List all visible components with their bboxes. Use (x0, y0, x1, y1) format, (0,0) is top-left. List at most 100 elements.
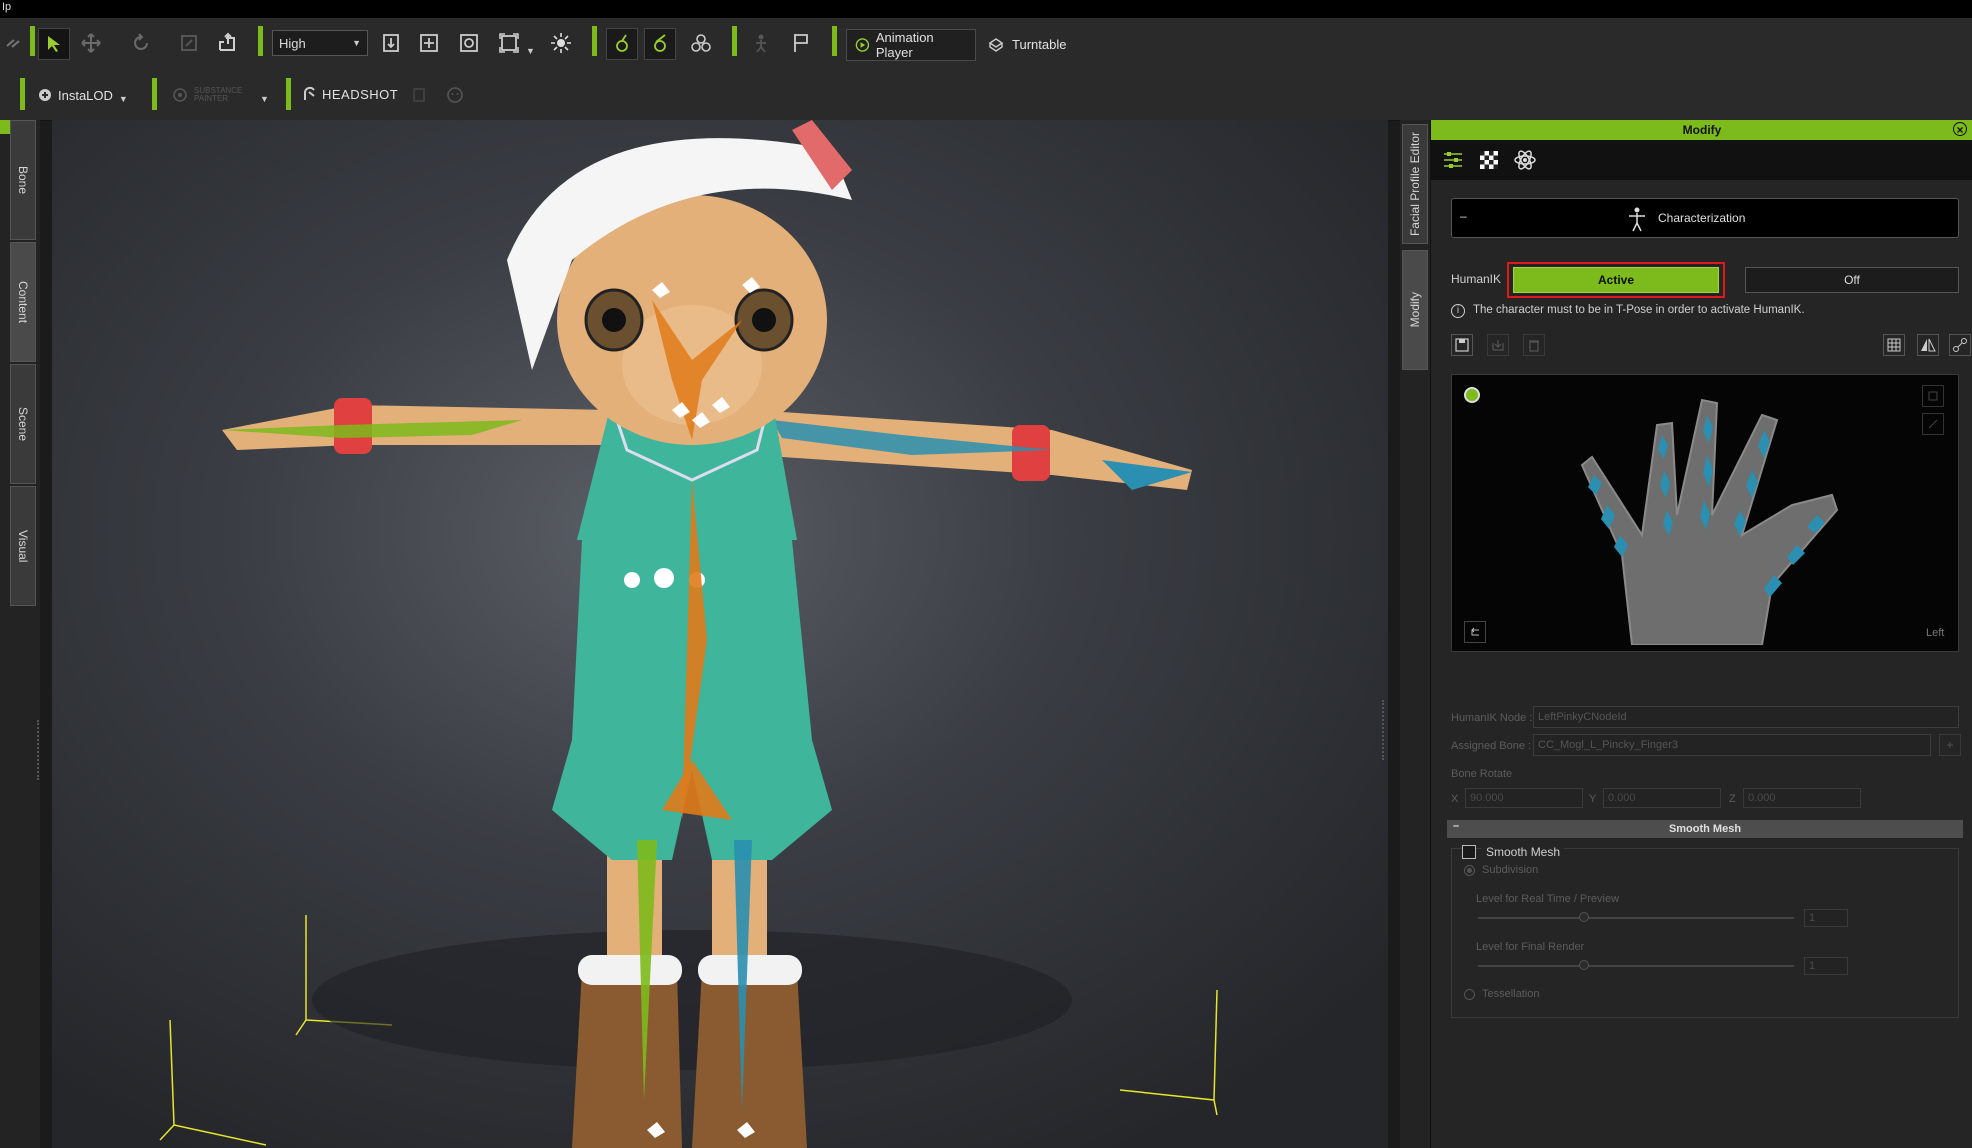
bone-link-icon[interactable] (1949, 334, 1971, 356)
chevron-down-icon: ▼ (118, 94, 128, 104)
info-icon: i (1451, 304, 1465, 318)
collapse-icon[interactable]: – (1453, 820, 1459, 832)
right-tab-strip: Facial Profile Editor Modify (1400, 120, 1430, 1148)
assigned-bone-field[interactable]: CC_Mogl_L_Pincky_Finger3 (1533, 734, 1931, 756)
assigned-bone-value: CC_Mogl_L_Pincky_Finger3 (1538, 739, 1679, 751)
frame-selected-icon[interactable] (454, 28, 484, 58)
save-icon[interactable] (1451, 334, 1473, 356)
grid-view-icon[interactable] (1883, 334, 1905, 356)
rotate-icon[interactable] (126, 28, 156, 58)
hand-side-label: Left (1926, 627, 1945, 639)
cluster-icon[interactable] (686, 28, 716, 58)
hand-bone-map[interactable]: Left (1451, 374, 1959, 652)
resize-handle[interactable] (37, 720, 43, 780)
tab-scene[interactable]: Scene (10, 364, 36, 484)
instalod-button[interactable]: InstaLOD ▼ (38, 86, 128, 104)
chevron-down-icon[interactable]: ▼ (526, 46, 535, 56)
motion-icon[interactable] (746, 28, 776, 58)
checker-texture-icon[interactable] (1475, 146, 1503, 174)
status-dot-icon (1464, 387, 1480, 403)
physics-atom-icon[interactable] (1511, 146, 1539, 174)
level-final-slider-thumb[interactable] (1579, 960, 1589, 970)
rotate-y-input[interactable]: 0.000 (1603, 788, 1721, 808)
3d-viewport[interactable] (52, 120, 1388, 1148)
modify-panel: Modify × – Characterization HumanIK Acti… (1430, 120, 1972, 1148)
move-icon[interactable] (76, 28, 106, 58)
rotate-x-input[interactable]: 90.000 (1465, 788, 1583, 808)
humanik-off-button[interactable]: Off (1745, 267, 1959, 293)
quality-select-value: High (279, 35, 306, 51)
drop-to-floor-icon[interactable] (376, 28, 406, 58)
reset-icon[interactable] (1464, 621, 1486, 643)
camera-frame-icon[interactable] (494, 28, 524, 58)
subdivision-radio[interactable] (1464, 865, 1475, 876)
tab-label: Modify (1408, 292, 1422, 328)
delete-icon[interactable] (1523, 334, 1545, 356)
humanik-node-label: HumanIK Node : (1451, 712, 1533, 724)
smooth-mesh-checkbox[interactable] (1462, 845, 1476, 859)
animation-player-button[interactable]: Animation Player (846, 29, 976, 61)
turntable-button[interactable]: Turntable (986, 36, 1066, 52)
characterization-section[interactable]: – Characterization (1451, 198, 1959, 238)
tab-label: Content (16, 280, 30, 324)
mirror-icon[interactable] (1917, 334, 1939, 356)
scale-icon[interactable] (174, 28, 204, 58)
place-icon[interactable] (212, 28, 242, 58)
level-realtime-input[interactable]: 1 (1804, 909, 1848, 927)
level-final-slider[interactable] (1478, 965, 1794, 967)
humanik-node-value: LeftPinkyCNodeId (1538, 711, 1627, 723)
flag-icon[interactable] (786, 28, 816, 58)
x-label: X (1451, 793, 1459, 805)
resize-handle[interactable] (1382, 700, 1388, 760)
link-icon[interactable] (0, 28, 30, 58)
collapse-icon[interactable]: – (1460, 209, 1467, 223)
add-icon[interactable]: + (1939, 734, 1961, 756)
humanik-node-field[interactable]: LeftPinkyCNodeId (1533, 706, 1959, 728)
headshot-settings-icon[interactable] (404, 80, 434, 110)
title-text: Ip (2, 1, 12, 13)
rotate-z-input[interactable]: 0.000 (1743, 788, 1861, 808)
title-bar: Ip (0, 0, 1972, 18)
tab-label: Scene (16, 406, 30, 442)
sliders-icon[interactable] (1439, 146, 1467, 174)
quality-select[interactable]: High ▼ (272, 30, 368, 56)
toolbar-separator (152, 78, 157, 110)
main-toolbar: High ▼ ▼ Animation Player Turntable (0, 18, 1972, 70)
zoom-fit-icon[interactable] (1922, 385, 1944, 407)
z-label: Z (1729, 793, 1736, 805)
tab-visual[interactable]: Visual (10, 486, 36, 606)
fit-view-icon[interactable] (414, 28, 444, 58)
substance-painter-button[interactable]: SUBSTANCE PAINTER ▼ (172, 86, 269, 104)
bone-edit-icon[interactable] (644, 28, 676, 60)
humanik-active-button[interactable]: Active (1513, 267, 1719, 293)
level-realtime-slider-thumb[interactable] (1579, 912, 1589, 922)
chevron-down-icon: ▼ (260, 94, 269, 104)
active-label: Active (1597, 273, 1635, 287)
level-realtime-slider[interactable] (1478, 917, 1794, 919)
light-icon[interactable] (546, 28, 576, 58)
panel-title: Modify (1682, 123, 1722, 137)
instalod-icon (39, 89, 51, 101)
tab-facial-profile-editor[interactable]: Facial Profile Editor (1402, 124, 1428, 244)
t-pose-figure-icon (1629, 207, 1645, 232)
headshot-button[interactable]: HEADSHOT (302, 86, 398, 102)
bone-pose-icon[interactable] (606, 28, 638, 60)
tab-bone[interactable]: Bone (10, 120, 36, 240)
level-final-input[interactable]: 1 (1804, 957, 1848, 975)
tab-content[interactable]: Content (10, 242, 36, 362)
turntable-icon (988, 38, 1004, 52)
toolbar-separator (592, 26, 597, 56)
load-icon[interactable] (1487, 334, 1509, 356)
toolbar-separator (832, 26, 837, 56)
play-circle-icon (855, 38, 870, 52)
smooth-mesh-section-header[interactable]: – Smooth Mesh (1447, 820, 1963, 838)
tessellation-radio[interactable] (1464, 989, 1475, 1000)
expand-icon[interactable] (1922, 413, 1944, 435)
rotate-z-value: 0.000 (1748, 792, 1776, 804)
close-icon[interactable]: × (1953, 122, 1967, 137)
left-tab-strip: Bone Content Scene Visual (0, 120, 40, 1148)
select-arrow-icon[interactable] (38, 28, 70, 60)
tab-modify[interactable]: Modify (1402, 250, 1428, 370)
face-icon[interactable] (440, 80, 470, 110)
tessellation-label: Tessellation (1482, 988, 1540, 1000)
